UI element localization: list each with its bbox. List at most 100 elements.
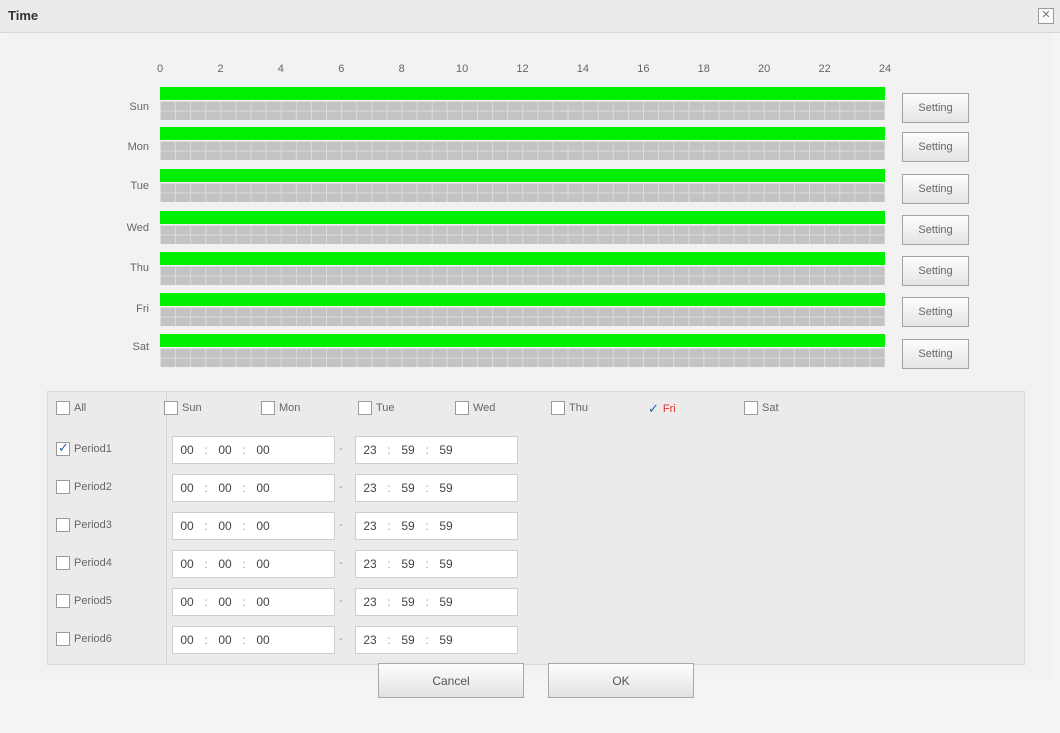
setting-button-wed[interactable]: Setting bbox=[902, 215, 969, 245]
period-1-end-time[interactable]: 23:59:59 bbox=[355, 436, 518, 464]
day-row-sun[interactable] bbox=[160, 87, 885, 120]
second-field[interactable]: 00 bbox=[249, 557, 277, 571]
period-2-start-time[interactable]: 00:00:00 bbox=[172, 474, 335, 502]
schedule-bar[interactable] bbox=[160, 334, 885, 347]
minute-field[interactable]: 59 bbox=[394, 595, 422, 609]
day-checkbox-mon[interactable]: Mon bbox=[261, 401, 300, 415]
hour-field[interactable]: 00 bbox=[173, 519, 201, 533]
checkmark-icon[interactable]: ✓ bbox=[648, 401, 659, 417]
checkbox[interactable] bbox=[744, 401, 758, 415]
minute-field[interactable]: 00 bbox=[211, 481, 239, 495]
hour-field[interactable]: 23 bbox=[356, 633, 384, 647]
hour-field[interactable]: 00 bbox=[173, 481, 201, 495]
schedule-grid-cells[interactable] bbox=[160, 183, 885, 202]
minute-field[interactable]: 59 bbox=[394, 443, 422, 457]
period-2-end-time[interactable]: 23:59:59 bbox=[355, 474, 518, 502]
setting-button-sat[interactable]: Setting bbox=[902, 339, 969, 369]
period-6-start-time[interactable]: 00:00:00 bbox=[172, 626, 335, 654]
day-checkbox-tue[interactable]: Tue bbox=[358, 401, 395, 415]
day-row-tue[interactable] bbox=[160, 169, 885, 202]
checkbox[interactable] bbox=[164, 401, 178, 415]
second-field[interactable]: 59 bbox=[432, 519, 460, 533]
second-field[interactable]: 00 bbox=[249, 595, 277, 609]
hour-field[interactable]: 00 bbox=[173, 595, 201, 609]
day-row-sat[interactable] bbox=[160, 334, 885, 367]
day-checkbox-fri[interactable]: ✓ Fri bbox=[648, 401, 676, 417]
day-checkbox-sat[interactable]: Sat bbox=[744, 401, 779, 415]
second-field[interactable]: 00 bbox=[249, 633, 277, 647]
checkbox[interactable] bbox=[56, 440, 70, 456]
minute-field[interactable]: 00 bbox=[211, 519, 239, 533]
hour-field[interactable]: 23 bbox=[356, 481, 384, 495]
period-checkbox-6[interactable]: Period6 bbox=[56, 632, 112, 646]
checkbox[interactable] bbox=[56, 594, 70, 608]
second-field[interactable]: 59 bbox=[432, 557, 460, 571]
minute-field[interactable]: 00 bbox=[211, 595, 239, 609]
minute-field[interactable]: 00 bbox=[211, 443, 239, 457]
second-field[interactable]: 00 bbox=[249, 519, 277, 533]
schedule-grid-cells[interactable] bbox=[160, 348, 885, 367]
setting-button-thu[interactable]: Setting bbox=[902, 256, 969, 286]
period-checkbox-3[interactable]: Period3 bbox=[56, 518, 112, 532]
minute-field[interactable]: 59 bbox=[394, 519, 422, 533]
checkbox[interactable] bbox=[56, 556, 70, 570]
checkbox[interactable] bbox=[56, 401, 70, 415]
setting-button-mon[interactable]: Setting bbox=[902, 132, 969, 162]
hour-field[interactable]: 00 bbox=[173, 443, 201, 457]
checkbox[interactable] bbox=[455, 401, 469, 415]
day-row-fri[interactable] bbox=[160, 293, 885, 326]
schedule-bar[interactable] bbox=[160, 127, 885, 140]
period-4-start-time[interactable]: 00:00:00 bbox=[172, 550, 335, 578]
setting-button-tue[interactable]: Setting bbox=[902, 174, 969, 204]
hour-field[interactable]: 00 bbox=[173, 557, 201, 571]
schedule-grid-cells[interactable] bbox=[160, 266, 885, 285]
schedule-bar[interactable] bbox=[160, 169, 885, 182]
checkbox[interactable] bbox=[358, 401, 372, 415]
checkbox[interactable] bbox=[56, 518, 70, 532]
period-3-end-time[interactable]: 23:59:59 bbox=[355, 512, 518, 540]
hour-field[interactable]: 00 bbox=[173, 633, 201, 647]
day-checkbox-thu[interactable]: Thu bbox=[551, 401, 588, 415]
schedule-grid-cells[interactable] bbox=[160, 101, 885, 120]
hour-field[interactable]: 23 bbox=[356, 557, 384, 571]
day-checkbox-wed[interactable]: Wed bbox=[455, 401, 495, 415]
period-5-end-time[interactable]: 23:59:59 bbox=[355, 588, 518, 616]
period-5-start-time[interactable]: 00:00:00 bbox=[172, 588, 335, 616]
period-4-end-time[interactable]: 23:59:59 bbox=[355, 550, 518, 578]
cancel-button[interactable]: Cancel bbox=[378, 663, 524, 698]
period-checkbox-2[interactable]: Period2 bbox=[56, 480, 112, 494]
schedule-bar[interactable] bbox=[160, 87, 885, 100]
period-3-start-time[interactable]: 00:00:00 bbox=[172, 512, 335, 540]
day-row-wed[interactable] bbox=[160, 211, 885, 244]
setting-button-sun[interactable]: Setting bbox=[902, 93, 969, 123]
schedule-bar[interactable] bbox=[160, 252, 885, 265]
period-checkbox-5[interactable]: Period5 bbox=[56, 594, 112, 608]
period-checkbox-1[interactable]: Period1 bbox=[56, 440, 112, 456]
second-field[interactable]: 00 bbox=[249, 481, 277, 495]
checkbox[interactable] bbox=[551, 401, 565, 415]
close-icon[interactable]: ✕ bbox=[1038, 8, 1054, 24]
day-row-mon[interactable] bbox=[160, 127, 885, 160]
second-field[interactable]: 59 bbox=[432, 443, 460, 457]
checkbox[interactable] bbox=[261, 401, 275, 415]
setting-button-fri[interactable]: Setting bbox=[902, 297, 969, 327]
checkbox[interactable] bbox=[56, 632, 70, 646]
second-field[interactable]: 59 bbox=[432, 633, 460, 647]
day-checkbox-all[interactable]: All bbox=[56, 401, 86, 415]
schedule-grid-cells[interactable] bbox=[160, 141, 885, 160]
second-field[interactable]: 59 bbox=[432, 481, 460, 495]
minute-field[interactable]: 59 bbox=[394, 633, 422, 647]
hour-field[interactable]: 23 bbox=[356, 595, 384, 609]
schedule-bar[interactable] bbox=[160, 211, 885, 224]
period-6-end-time[interactable]: 23:59:59 bbox=[355, 626, 518, 654]
day-row-thu[interactable] bbox=[160, 252, 885, 285]
minute-field[interactable]: 59 bbox=[394, 481, 422, 495]
minute-field[interactable]: 59 bbox=[394, 557, 422, 571]
period-checkbox-4[interactable]: Period4 bbox=[56, 556, 112, 570]
schedule-bar[interactable] bbox=[160, 293, 885, 306]
hour-field[interactable]: 23 bbox=[356, 519, 384, 533]
second-field[interactable]: 59 bbox=[432, 595, 460, 609]
ok-button[interactable]: OK bbox=[548, 663, 694, 698]
period-1-start-time[interactable]: 00:00:00 bbox=[172, 436, 335, 464]
minute-field[interactable]: 00 bbox=[211, 557, 239, 571]
